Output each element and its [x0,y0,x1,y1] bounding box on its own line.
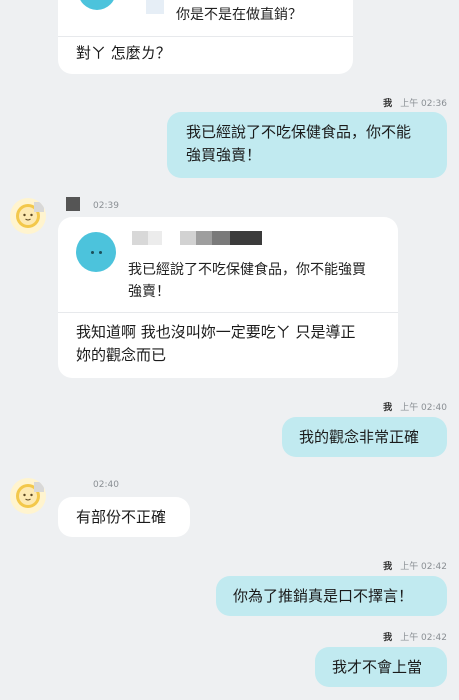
blurred-name [180,231,196,245]
sun-avatar-icon[interactable] [10,478,46,514]
sender-label: 我 [383,633,393,643]
cloud-avatar-icon [78,0,116,10]
outgoing-message-7[interactable]: 我才不會上當 [315,647,447,687]
timestamp: 上午 02:42 [400,562,447,572]
quoted-message: 你是不是在做直銷？ [58,0,353,36]
quote-divider [58,312,398,313]
quoted-text: 我已經說了不吃保健食品，你不能強買 強賣！ [128,262,366,300]
incoming-message-3[interactable]: 我已經說了不吃保健食品，你不能強買 強賣！ 我知道啊 我也沒叫妳一定要吃ㄚ 只是… [58,217,398,378]
blurred-name [212,231,230,245]
message-text: 有部份不正確 [76,508,167,526]
timestamp: 02:40 [93,480,119,490]
timestamp: 上午 02:40 [400,403,447,413]
outgoing-message-4[interactable]: 我的觀念非常正確 [282,417,447,457]
sender-label: 我 [383,562,393,572]
sender-name-pixelated [66,197,80,211]
blurred-name [148,231,162,245]
quoted-text: 你是不是在做直銷？ [176,7,302,23]
message-meta: 我上午 02:42 [383,630,447,643]
blurred-name [196,231,212,245]
sun-avatar-icon[interactable] [10,198,46,234]
timestamp: 上午 02:36 [400,99,447,109]
blurred-name [230,231,262,245]
message-text: 對ㄚ 怎麼ㄌ？ [76,44,171,62]
message-text: 你為了推銷真是口不擇言！ [233,587,414,605]
message-text: 我才不會上當 [332,658,423,676]
message-meta: 我上午 02:40 [383,400,447,413]
message-text-line: 我已經說了不吃保健食品，你不能 [186,123,412,141]
incoming-message-5[interactable]: 有部份不正確 [58,497,190,537]
outgoing-message-6[interactable]: 你為了推銷真是口不擇言！ [216,576,447,616]
quote-divider [58,36,353,37]
cloud-avatar-icon [76,232,116,272]
sender-label: 我 [383,99,393,109]
message-text: 我知道啊 我也沒叫妳一定要吃ㄚ 只是導正 妳的觀念而已 [76,323,356,364]
message-text: 我的觀念非常正確 [299,428,420,446]
timestamp: 02:39 [93,201,119,211]
incoming-message-1[interactable]: 你是不是在做直銷？ 對ㄚ 怎麼ㄌ？ [58,0,353,74]
message-meta: 我上午 02:36 [383,96,447,109]
message-meta: 我上午 02:42 [383,559,447,572]
message-text-line: 強買強賣！ [186,146,262,164]
blurred-name [146,0,164,14]
blurred-name [132,231,148,245]
timestamp: 上午 02:42 [400,633,447,643]
sender-label: 我 [383,403,393,413]
outgoing-message-2[interactable]: 我已經說了不吃保健食品，你不能 強買強賣！ [167,112,447,178]
